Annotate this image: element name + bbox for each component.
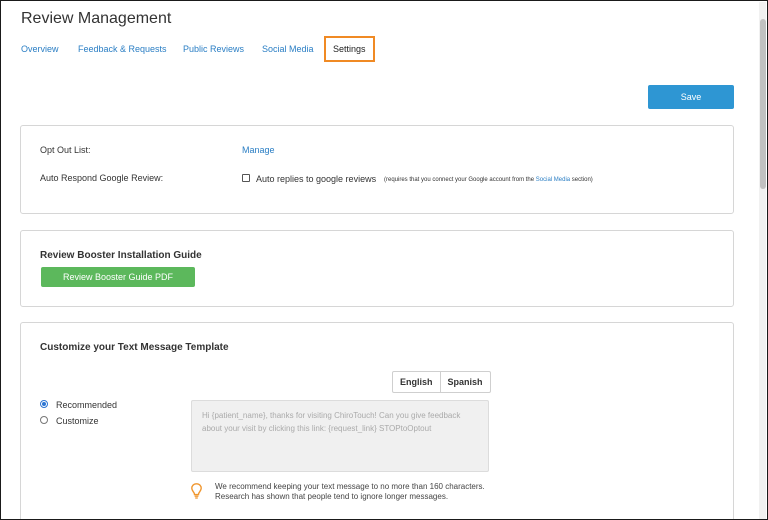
social-media-note-link[interactable]: Social Media	[536, 177, 570, 183]
auto-respond-label: Auto Respond Google Review:	[40, 173, 164, 183]
opt-out-label: Opt Out List:	[40, 145, 91, 155]
tab-social-media[interactable]: Social Media	[262, 36, 314, 62]
review-booster-panel: Review Booster Installation Guide Review…	[20, 230, 734, 307]
auto-reply-note-suffix: section)	[571, 177, 593, 183]
language-spanish-button[interactable]: Spanish	[439, 372, 490, 392]
customize-radio[interactable]	[40, 416, 48, 424]
tab-feedback-requests[interactable]: Feedback & Requests	[78, 36, 167, 62]
message-template-textarea[interactable]: Hi {patient_name}, thanks for visiting C…	[191, 400, 489, 472]
character-hint-line-2: Research has shown that people tend to i…	[215, 492, 449, 501]
language-english-button[interactable]: English	[393, 372, 440, 392]
auto-reply-note: (requires that you connect your Google a…	[384, 177, 593, 183]
app-window: Review Management Overview Feedback & Re…	[0, 0, 768, 520]
tab-public-reviews[interactable]: Public Reviews	[183, 36, 244, 62]
scrollbar-thumb[interactable]	[760, 19, 766, 189]
character-hint-line-1: We recommend keeping your text message t…	[215, 482, 485, 491]
tab-settings[interactable]: Settings	[324, 36, 375, 62]
auto-reply-note-text: (requires that you connect your Google a…	[384, 177, 535, 183]
page-title: Review Management	[21, 10, 172, 27]
lightbulb-icon	[191, 483, 202, 499]
language-toggle: English Spanish	[392, 371, 491, 393]
review-booster-title: Review Booster Installation Guide	[40, 250, 202, 261]
recommended-radio[interactable]	[40, 400, 48, 408]
recommended-label[interactable]: Recommended	[56, 400, 117, 410]
manage-opt-out-link[interactable]: Manage	[242, 145, 275, 155]
auto-reply-checkbox-label[interactable]: Auto replies to google reviews	[256, 174, 376, 184]
text-template-title: Customize your Text Message Template	[40, 342, 229, 353]
text-template-panel: Customize your Text Message Template Eng…	[20, 322, 734, 519]
review-booster-guide-button[interactable]: Review Booster Guide PDF	[41, 267, 195, 287]
character-hint: We recommend keeping your text message t…	[215, 482, 485, 502]
general-settings-panel: Opt Out List: Manage Auto Respond Google…	[20, 125, 734, 214]
save-button[interactable]: Save	[648, 85, 734, 109]
tab-overview[interactable]: Overview	[21, 36, 59, 62]
auto-reply-checkbox[interactable]	[242, 174, 250, 182]
customize-label[interactable]: Customize	[56, 416, 99, 426]
